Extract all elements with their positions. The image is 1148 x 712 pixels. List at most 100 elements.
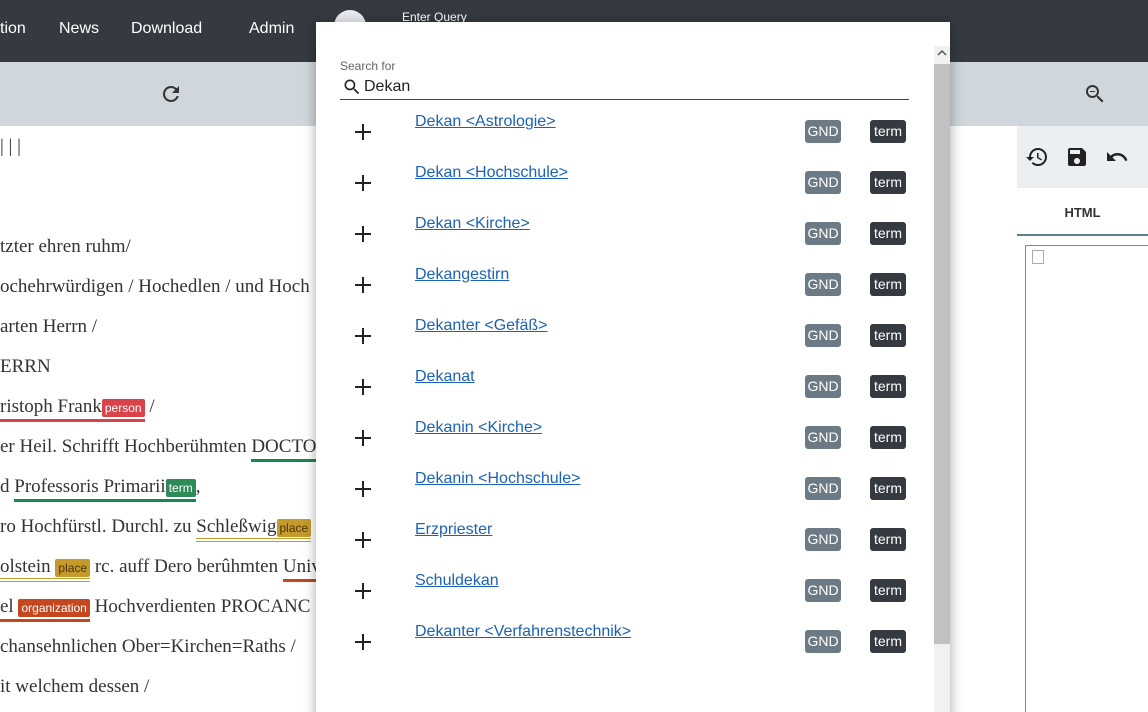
add-icon[interactable] bbox=[354, 327, 372, 345]
doc-text: er Heil. Schrifft Hochberühmten bbox=[0, 436, 252, 457]
html-preview bbox=[1025, 245, 1148, 712]
source-badge: GND bbox=[805, 273, 841, 296]
add-icon[interactable] bbox=[354, 531, 372, 549]
result-item: Dekanter <Gefäß> GND term bbox=[316, 317, 934, 368]
result-item: Dekanin <Kirche> GND term bbox=[316, 419, 934, 470]
type-badge: term bbox=[870, 426, 906, 449]
doc-text: d bbox=[0, 476, 15, 497]
doc-text: , bbox=[195, 476, 201, 497]
entity-text: Schleßwig bbox=[196, 516, 277, 537]
history-icon[interactable] bbox=[1025, 145, 1049, 169]
result-link[interactable]: Dekanat bbox=[415, 368, 475, 386]
doc-text: Hochverdienten PROCANC bbox=[89, 596, 311, 617]
add-icon[interactable] bbox=[354, 480, 372, 498]
doc-line: ristoph Frank person / bbox=[0, 396, 155, 422]
scrollbar-thumb[interactable] bbox=[934, 64, 950, 644]
source-badge: GND bbox=[805, 324, 841, 347]
result-item: Dekangestirn GND term bbox=[316, 266, 934, 317]
doc-line: ERRN bbox=[0, 356, 51, 377]
add-icon[interactable] bbox=[354, 378, 372, 396]
add-icon[interactable] bbox=[354, 123, 372, 141]
result-link[interactable]: Dekanter <Verfahrenstechnik> bbox=[415, 623, 631, 641]
entity-tag-place: place bbox=[55, 559, 91, 577]
source-badge: GND bbox=[805, 222, 841, 245]
doc-line: tzter ehren ruhm/ bbox=[0, 236, 131, 257]
result-link[interactable]: Dekangestirn bbox=[415, 266, 509, 284]
doc-line: | | | bbox=[0, 136, 21, 157]
nav-item-admin[interactable]: Admin bbox=[249, 20, 294, 38]
result-link[interactable]: Dekan <Kirche> bbox=[415, 215, 530, 233]
result-link[interactable]: Dekan <Hochschule> bbox=[415, 164, 568, 182]
entity-tag-organization: organization bbox=[18, 599, 90, 617]
entity-tag-term: term bbox=[165, 479, 196, 497]
doc-line: d Professoris Primarii term, bbox=[0, 476, 201, 502]
entity-place[interactable]: olstein place bbox=[0, 556, 91, 582]
search-input[interactable]: Dekan bbox=[340, 75, 909, 100]
doc-text: ro Hochfürstl. Durchl. zu bbox=[0, 516, 197, 537]
result-item: Dekan <Kirche> GND term bbox=[316, 215, 934, 266]
entity-term[interactable]: DOCTO bbox=[251, 436, 317, 462]
search-value: Dekan bbox=[364, 78, 411, 95]
result-link[interactable]: Dekan <Astrologie> bbox=[415, 113, 556, 131]
result-link[interactable]: Schuldekan bbox=[415, 572, 499, 590]
result-item: Erzpriester GND term bbox=[316, 521, 934, 572]
doc-line: arten Herrn / bbox=[0, 316, 98, 337]
result-item: Dekanin <Hochschule> GND term bbox=[316, 470, 934, 521]
result-item: Schuldekan GND term bbox=[316, 572, 934, 623]
type-badge: term bbox=[870, 375, 906, 398]
search-icon bbox=[344, 79, 360, 95]
scroll-up-icon[interactable] bbox=[937, 48, 947, 58]
result-item: Dekanter <Verfahrenstechnik> GND term bbox=[316, 623, 934, 674]
result-link[interactable]: Dekanter <Gefäß> bbox=[415, 317, 548, 335]
entity-text: olstein bbox=[0, 556, 51, 577]
refresh-icon[interactable] bbox=[159, 82, 183, 106]
nav-item-news[interactable]: News bbox=[59, 20, 99, 38]
result-item: Dekan <Astrologie> GND term bbox=[316, 113, 934, 164]
tab-html[interactable]: HTML bbox=[1017, 188, 1148, 236]
add-icon[interactable] bbox=[354, 174, 372, 192]
add-icon[interactable] bbox=[354, 633, 372, 651]
source-badge: GND bbox=[805, 375, 841, 398]
source-badge: GND bbox=[805, 630, 841, 653]
entity-place[interactable]: Schleßwig place bbox=[196, 516, 312, 542]
undo-icon[interactable] bbox=[1105, 145, 1129, 169]
zoom-out-icon[interactable] bbox=[1083, 82, 1107, 106]
scrollbar[interactable] bbox=[934, 46, 950, 712]
entity-person[interactable]: ristoph Frank person bbox=[0, 396, 145, 422]
result-link[interactable]: Dekanin <Hochschule> bbox=[415, 470, 580, 488]
source-badge: GND bbox=[805, 426, 841, 449]
type-badge: term bbox=[870, 222, 906, 245]
preview-toolbar bbox=[1017, 126, 1148, 188]
result-link[interactable]: Dekanin <Kirche> bbox=[415, 419, 542, 437]
add-icon[interactable] bbox=[354, 276, 372, 294]
add-icon[interactable] bbox=[354, 582, 372, 600]
doc-text: / bbox=[144, 396, 155, 417]
nav-item-download[interactable]: Download bbox=[131, 20, 202, 38]
doc-line: it welchem dessen / bbox=[0, 676, 150, 697]
type-badge: term bbox=[870, 171, 906, 194]
type-badge: term bbox=[870, 528, 906, 551]
add-icon[interactable] bbox=[354, 225, 372, 243]
add-icon[interactable] bbox=[354, 429, 372, 447]
source-badge: GND bbox=[805, 171, 841, 194]
entity-org[interactable]: el organization bbox=[0, 596, 90, 622]
document-view: | | | tzter ehren ruhm/ ochehrwürdigen /… bbox=[0, 126, 330, 712]
entity-tag-person: person bbox=[101, 399, 145, 417]
doc-line: ro Hochfürstl. Durchl. zu Schleßwig place bbox=[0, 516, 312, 542]
type-badge: term bbox=[870, 477, 906, 500]
entity-term[interactable]: Professoris Primarii term bbox=[14, 476, 196, 502]
save-icon[interactable] bbox=[1065, 145, 1089, 169]
search-label: Search for bbox=[340, 59, 396, 73]
result-item: Dekanat GND term bbox=[316, 368, 934, 419]
doc-line: el organization Hochverdienten PROCANC bbox=[0, 596, 311, 622]
nav-item-partial[interactable]: tion bbox=[0, 20, 26, 38]
type-badge: term bbox=[870, 273, 906, 296]
entity-text: ristoph Frank bbox=[0, 396, 102, 417]
source-badge: GND bbox=[805, 579, 841, 602]
query-dialog: Search for Dekan Dekan <Astrologie> GND … bbox=[316, 22, 950, 712]
result-link[interactable]: Erzpriester bbox=[415, 521, 492, 539]
doc-line: er Heil. Schrifft Hochberühmten DOCTO bbox=[0, 436, 317, 462]
doc-line: ochehrwürdigen / Hochedlen / und Hoch bbox=[0, 276, 310, 297]
type-badge: term bbox=[870, 324, 906, 347]
doc-line: olstein place rc. auff Dero berûhmten Un… bbox=[0, 556, 321, 582]
